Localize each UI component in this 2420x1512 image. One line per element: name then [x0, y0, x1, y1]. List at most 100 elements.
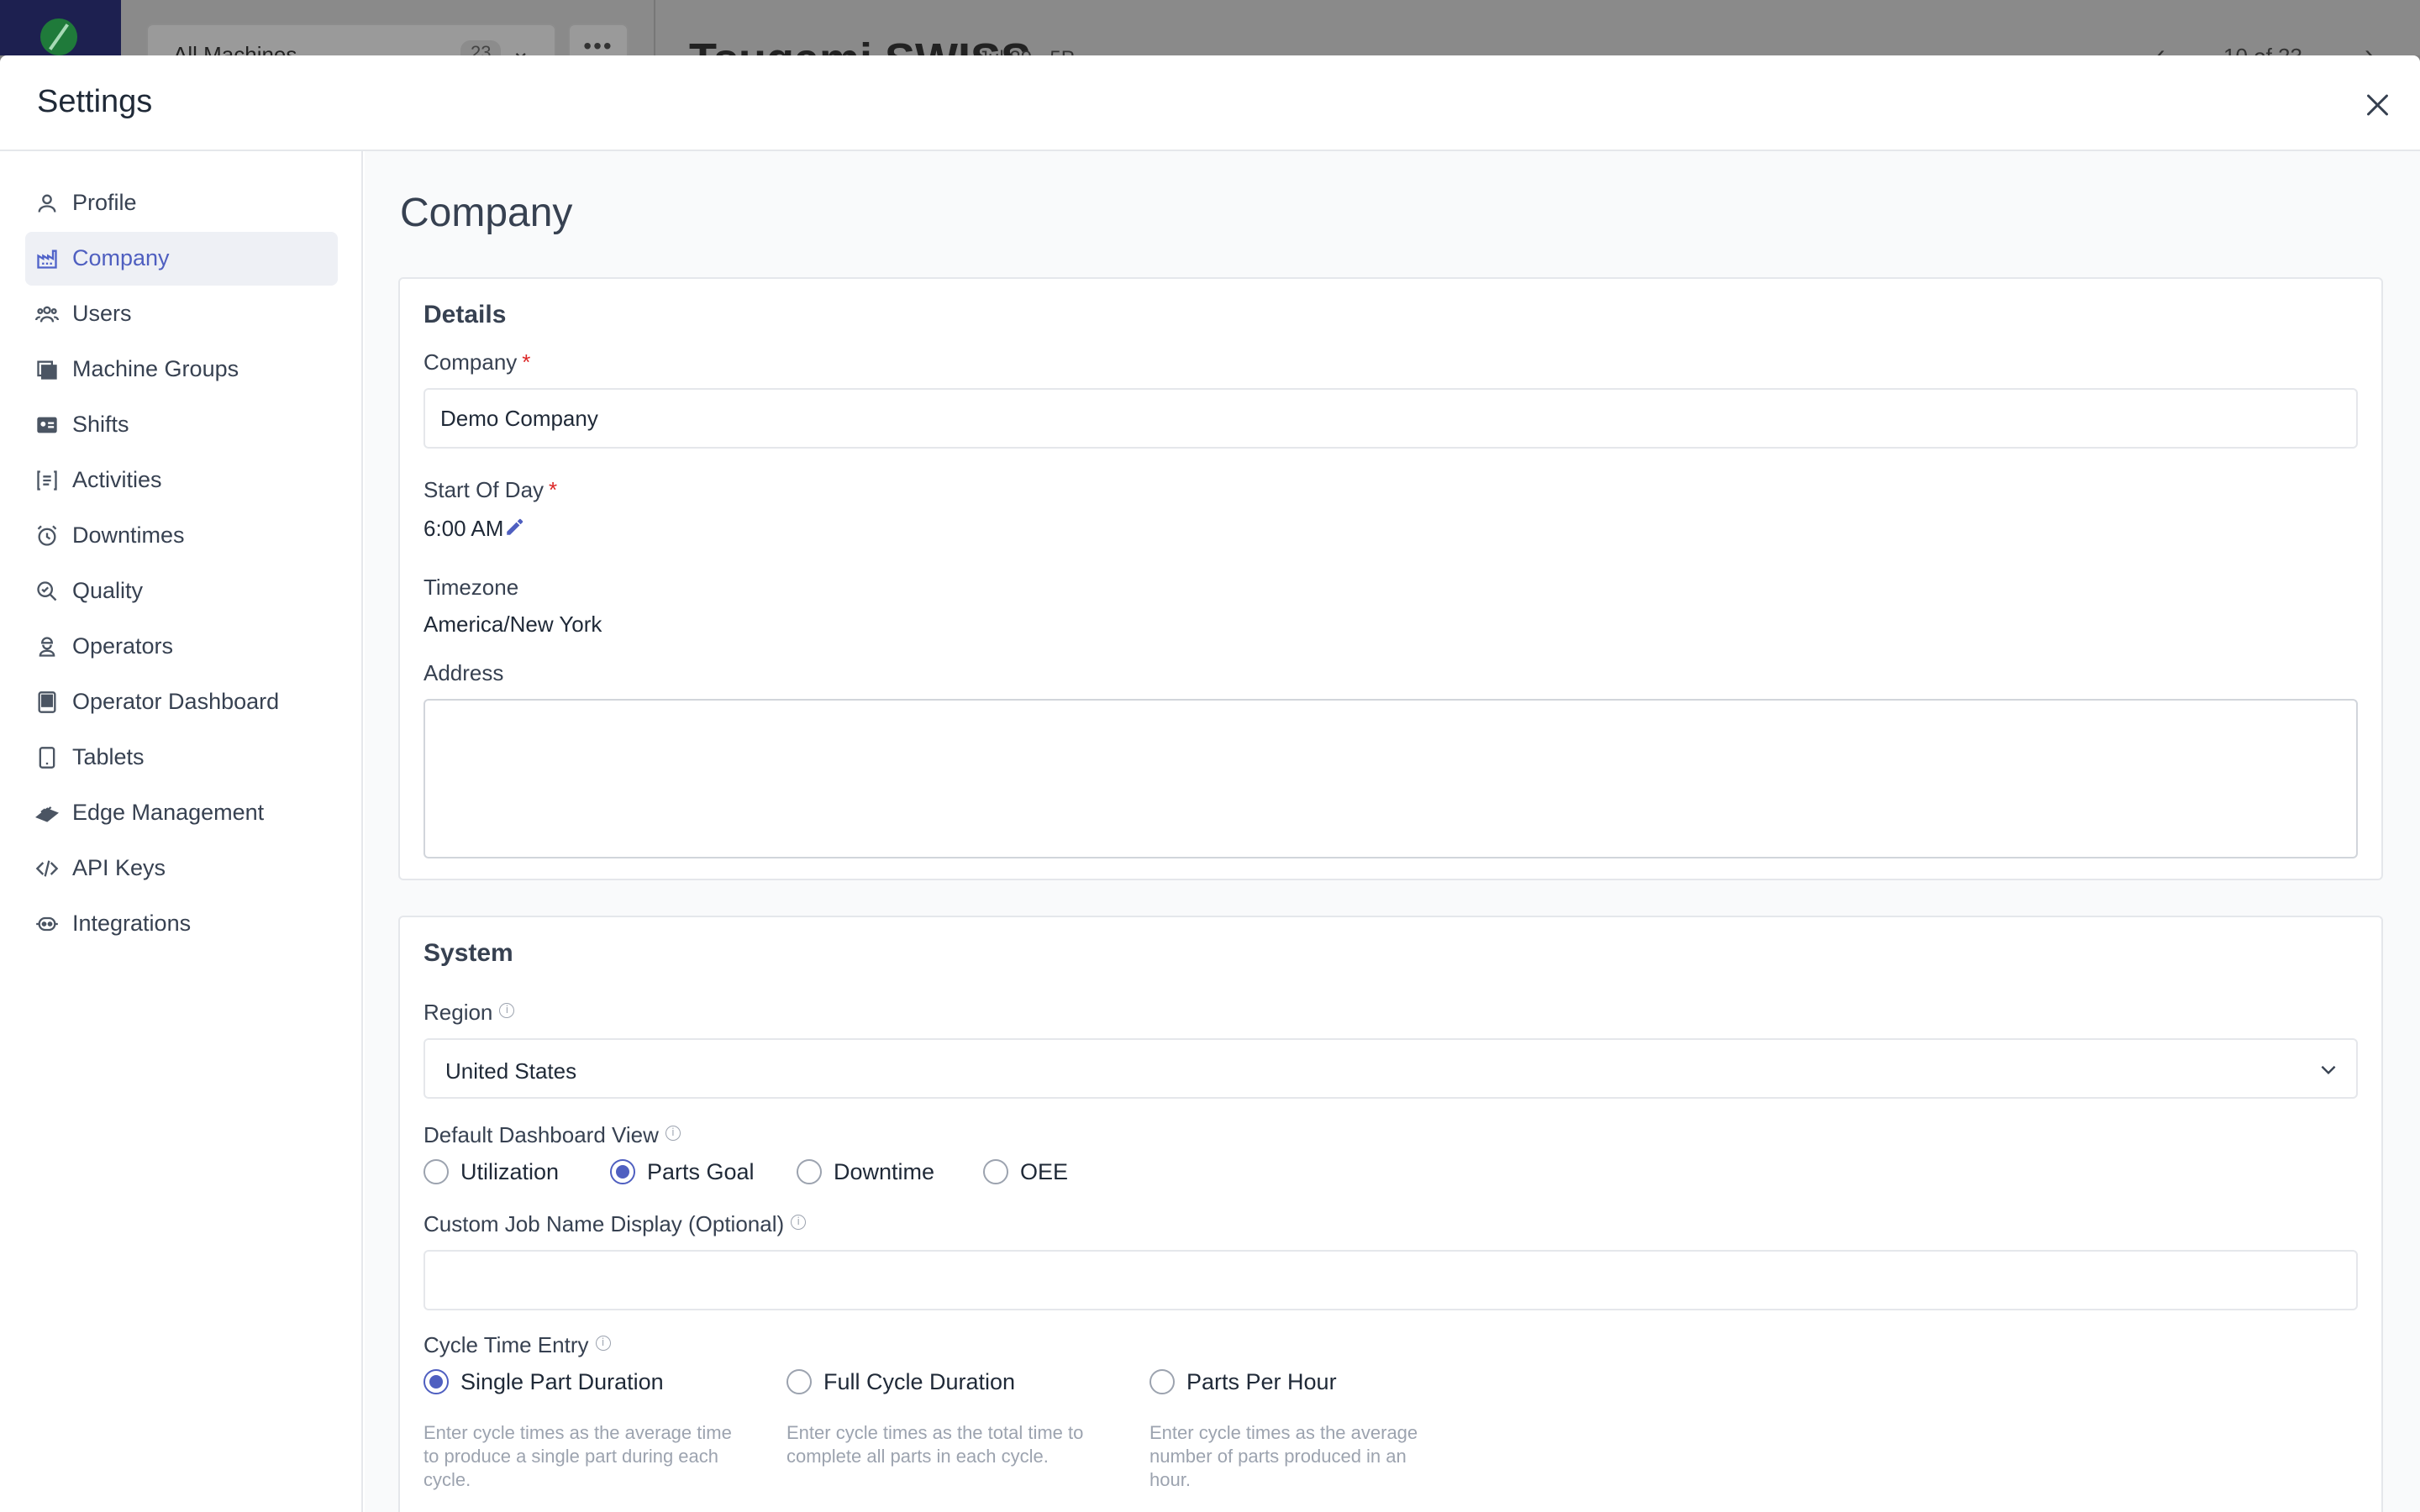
- users-icon: [35, 306, 59, 323]
- sidebar-item-downtimes[interactable]: Downtimes: [25, 509, 338, 563]
- info-icon[interactable]: i: [791, 1215, 807, 1230]
- sidebar-item-tablets[interactable]: Tablets: [25, 731, 338, 785]
- cycle-time-entry-label-text: Cycle Time Entry: [424, 1332, 589, 1357]
- sidebar-item-shifts[interactable]: Shifts: [25, 398, 338, 452]
- timezone-value: America/New York: [424, 612, 602, 637]
- radio-circle: [1150, 1369, 1175, 1394]
- radio-label: Single Part Duration: [460, 1369, 664, 1394]
- info-icon[interactable]: i: [595, 1336, 611, 1351]
- sidebar-item-label: API Keys: [72, 855, 166, 880]
- app-logo-container: [0, 0, 121, 55]
- radio-label: Utilization: [460, 1159, 560, 1184]
- custom-job-name-label: Custom Job Name Display (Optional) i: [424, 1211, 807, 1237]
- alarm-clock-icon: [37, 525, 57, 546]
- company-label: Company *: [424, 349, 530, 375]
- custom-job-name-input[interactable]: [424, 1250, 2358, 1310]
- settings-sidebar: Profile Company Users Machine Groups Shi…: [0, 151, 363, 1512]
- sidebar-item-operator-dashboard[interactable]: Operator Dashboard: [25, 675, 338, 729]
- address-label: Address: [424, 660, 504, 685]
- required-marker: *: [549, 477, 558, 502]
- page-title: Company: [400, 191, 573, 235]
- radio-circle: [786, 1369, 812, 1394]
- radio-circle: [424, 1159, 449, 1184]
- radio-label: Full Cycle Duration: [823, 1369, 1016, 1394]
- sidebar-item-label: Profile: [72, 190, 137, 215]
- radio-circle: [983, 1159, 1008, 1184]
- pencil-icon[interactable]: [504, 516, 526, 538]
- radio-single-part-duration[interactable]: Single Part Duration: [424, 1366, 684, 1399]
- address-textarea[interactable]: [424, 699, 2358, 858]
- system-title: System: [424, 939, 513, 967]
- details-title: Details: [424, 301, 507, 328]
- sidebar-item-machine-groups[interactable]: Machine Groups: [25, 343, 338, 396]
- sidebar-item-label: Machine Groups: [72, 356, 239, 381]
- system-card: System Region i United States Default Das…: [398, 916, 2383, 1512]
- radio-circle: [797, 1159, 822, 1184]
- company-name-input[interactable]: [424, 388, 2358, 449]
- sidebar-item-api-keys[interactable]: API Keys: [25, 842, 338, 895]
- details-card: Details Company* Start Of Day* 6:00 AM T…: [398, 277, 2383, 880]
- radio-label: Parts Goal: [647, 1159, 755, 1184]
- list-icon: [37, 470, 57, 491]
- radio-circle-checked: [610, 1159, 635, 1184]
- background-app-header: All Machines 23 ⌄ ••• Tsugami SWISS Jul …: [0, 0, 2420, 85]
- region-select[interactable]: United States: [424, 1038, 2358, 1099]
- cycle-time-entry-label: Cycle Time Entry i: [424, 1332, 611, 1358]
- sidebar-item-users[interactable]: Users: [25, 287, 338, 341]
- info-icon[interactable]: i: [665, 1126, 681, 1141]
- dashboard-icon: [38, 691, 56, 713]
- close-icon[interactable]: [2358, 86, 2396, 124]
- code-icon: [35, 860, 59, 877]
- sidebar-item-company[interactable]: Company: [25, 232, 338, 286]
- region-label-text: Region: [424, 1000, 493, 1025]
- radio-full-cycle-duration[interactable]: Full Cycle Duration: [786, 1366, 1039, 1399]
- sidebar-item-label: Operator Dashboard: [72, 689, 280, 714]
- radio-parts-per-hour[interactable]: Parts Per Hour: [1150, 1366, 1368, 1399]
- edge-device-icon: [35, 806, 59, 822]
- factory-icon: [37, 249, 57, 269]
- header-divider: [654, 0, 655, 55]
- id-card-icon: [37, 417, 57, 433]
- dashboard-view-label: Default Dashboard View i: [424, 1122, 681, 1148]
- company-label-text: Company: [424, 349, 518, 375]
- tablet-icon: [39, 747, 55, 769]
- radio-parts-goal[interactable]: Parts Goal: [610, 1156, 761, 1189]
- radio-description: Enter cycle times as the total time to c…: [786, 1422, 1084, 1467]
- required-marker: *: [522, 349, 531, 375]
- sidebar-item-activities[interactable]: Activities: [25, 454, 338, 507]
- sidebar-item-label: Operators: [72, 633, 174, 659]
- radio-description: Enter cycle times as the average time to…: [424, 1422, 732, 1490]
- sidebar-item-label: Edge Management: [72, 800, 265, 825]
- app-logo-icon: [40, 18, 77, 55]
- sidebar-item-label: Activities: [72, 467, 162, 492]
- start-of-day-value: 6:00 AM: [424, 516, 504, 541]
- sidebar-item-label: Downtimes: [72, 522, 185, 548]
- radio-circle-checked: [424, 1369, 449, 1394]
- custom-job-name-label-text: Custom Job Name Display (Optional): [424, 1211, 785, 1236]
- dashboard-view-label-text: Default Dashboard View: [424, 1122, 659, 1147]
- radio-downtime[interactable]: Downtime: [797, 1156, 939, 1189]
- user-icon: [38, 194, 56, 213]
- machine-groups-icon: [37, 360, 57, 380]
- sidebar-item-edge-management[interactable]: Edge Management: [25, 786, 338, 840]
- sidebar-item-quality[interactable]: Quality: [25, 564, 338, 618]
- sidebar-item-operators[interactable]: Operators: [25, 620, 338, 674]
- sidebar-item-label: Tablets: [72, 744, 145, 769]
- sidebar-item-label: Integrations: [72, 911, 192, 936]
- sidebar-item-profile[interactable]: Profile: [25, 176, 338, 230]
- sidebar-item-integrations[interactable]: Integrations: [25, 897, 338, 951]
- settings-modal: Settings Profile Company Users Machine G…: [0, 55, 2420, 1512]
- radio-oee[interactable]: OEE: [983, 1156, 1076, 1189]
- sidebar-item-label: Quality: [72, 578, 144, 603]
- integrations-icon: [36, 916, 58, 932]
- start-of-day-label-text: Start Of Day: [424, 477, 544, 502]
- radio-description: Enter cycle times as the average number …: [1150, 1422, 1418, 1490]
- info-icon[interactable]: i: [499, 1003, 515, 1018]
- radio-label: Parts Per Hour: [1186, 1369, 1337, 1394]
- magnifier-icon: [37, 581, 57, 601]
- sidebar-item-label: Users: [72, 301, 132, 326]
- region-select-value: United States: [445, 1058, 577, 1084]
- region-label: Region i: [424, 1000, 515, 1026]
- radio-utilization[interactable]: Utilization: [424, 1156, 566, 1189]
- start-of-day-label: Start Of Day *: [424, 477, 557, 503]
